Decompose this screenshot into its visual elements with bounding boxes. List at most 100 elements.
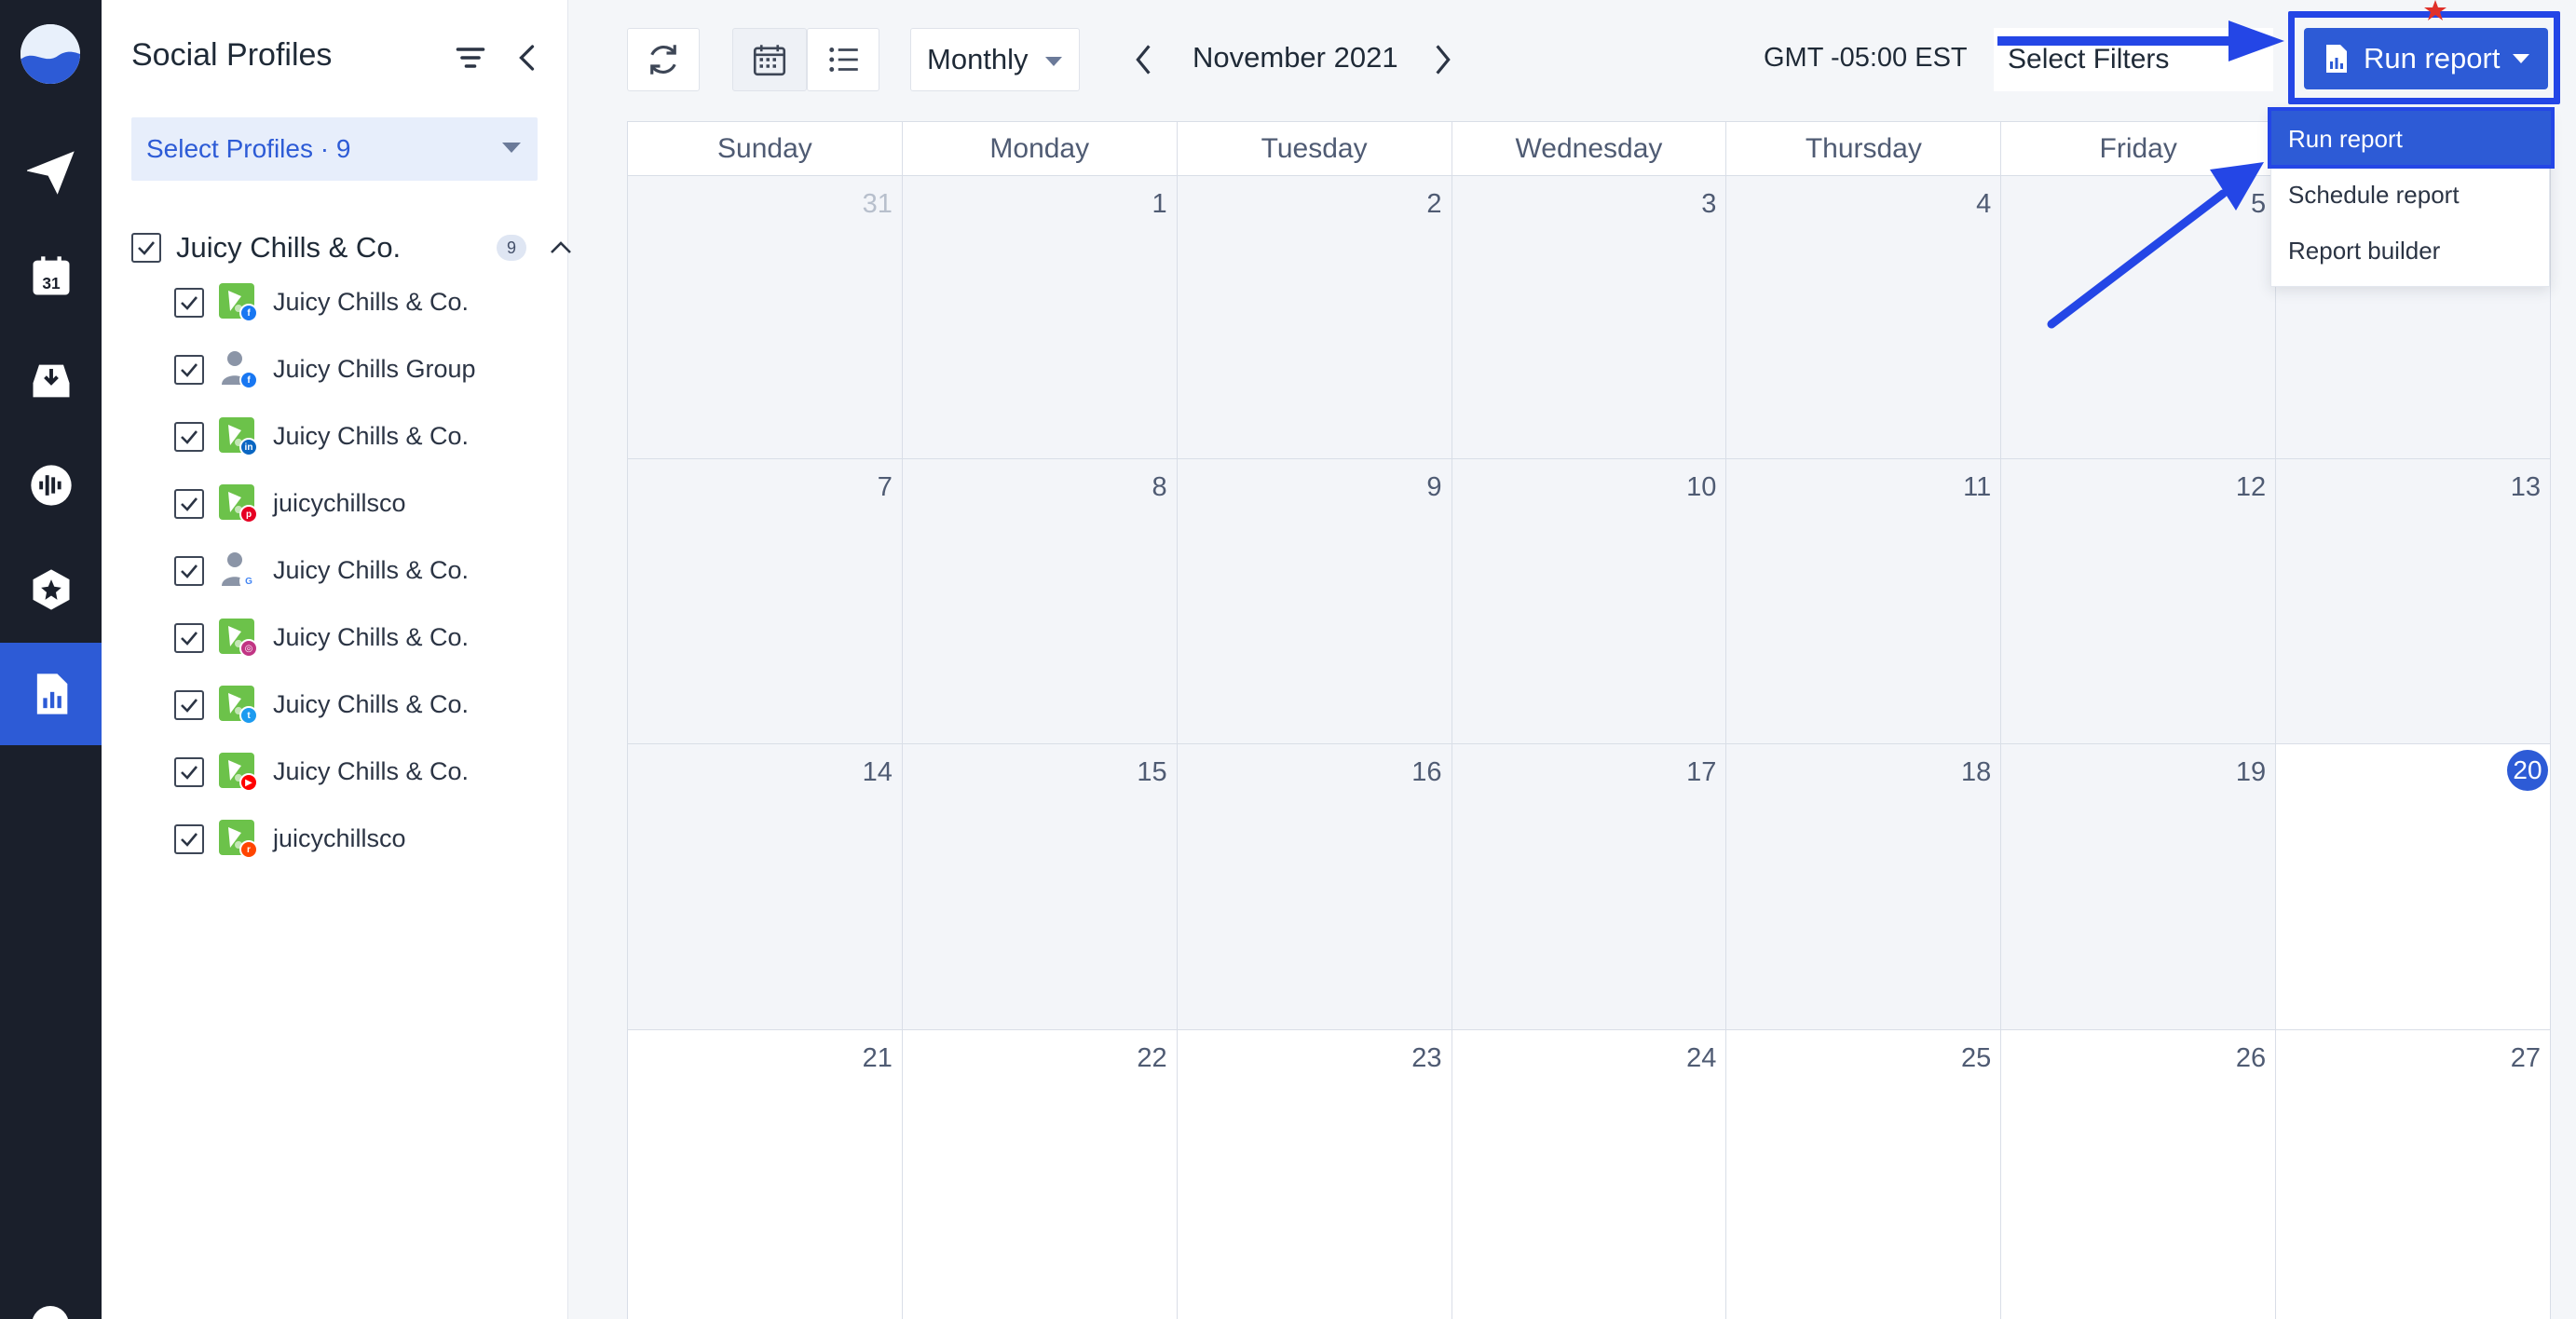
menu-item-schedule-report[interactable]: Schedule report <box>2271 167 2551 223</box>
help-icon[interactable] <box>32 1306 69 1319</box>
rail-item-publish[interactable] <box>0 121 102 224</box>
calendar-day-cell[interactable]: 31 <box>628 176 903 459</box>
calendar-day-cell[interactable]: 21 <box>628 1030 903 1319</box>
date-number: 4 <box>1976 189 1992 219</box>
profile-row[interactable]: f Juicy Chills & Co. <box>174 281 547 324</box>
select-profiles-dropdown[interactable]: Select Profiles · 9 <box>131 117 538 181</box>
profile-checkbox[interactable] <box>174 690 204 720</box>
profile-label: Juicy Chills & Co. <box>273 623 470 651</box>
calendar-view-button[interactable] <box>732 28 807 91</box>
calendar-day-cell[interactable]: 17 <box>1452 744 1727 1030</box>
rail-item-inbox[interactable] <box>0 330 102 432</box>
profile-avatar: f <box>219 283 258 322</box>
profile-row[interactable]: G Juicy Chills & Co. <box>174 550 547 592</box>
calendar-day-cell[interactable]: 15 <box>902 744 1178 1030</box>
youtube-icon: ▶ <box>239 773 258 792</box>
calendar-day-cell[interactable]: 19 <box>2001 744 2277 1030</box>
profile-avatar: p <box>219 484 258 524</box>
calendar-day-cell[interactable]: 24 <box>1452 1030 1727 1319</box>
group-count-badge: 9 <box>497 235 526 261</box>
calendar-day-cell[interactable]: 25 <box>1726 1030 2002 1319</box>
calendar-day-cell[interactable]: 9 <box>1177 459 1452 744</box>
chevron-down-icon <box>1045 57 1062 66</box>
chevron-up-icon[interactable] <box>549 240 573 255</box>
calendar-day-cell[interactable]: 3 <box>1452 176 1727 459</box>
rail-item-listening[interactable] <box>0 434 102 537</box>
view-mode-select[interactable]: Monthly <box>910 28 1080 91</box>
calendar-day-cell[interactable]: 26 <box>2001 1030 2277 1319</box>
prev-month-icon[interactable] <box>1130 41 1158 78</box>
collapse-sidebar-icon[interactable] <box>511 41 545 75</box>
profile-checkbox[interactable] <box>174 623 204 653</box>
calendar-day-cell[interactable]: 10 <box>1452 459 1727 744</box>
sidebar-title: Social Profiles <box>131 37 333 73</box>
profile-row[interactable]: t Juicy Chills & Co. <box>174 684 547 727</box>
facebook-icon: f <box>239 371 258 389</box>
date-number: 5 <box>2250 189 2267 219</box>
profile-label: Juicy Chills & Co. <box>273 757 470 785</box>
check-icon <box>181 766 198 780</box>
refresh-button[interactable] <box>627 28 700 91</box>
profile-group-row[interactable]: Juicy Chills & Co. 9 <box>131 229 571 266</box>
calendar-day-cell[interactable]: 13 <box>2276 459 2551 744</box>
menu-item-run-report[interactable]: Run report <box>2268 107 2555 169</box>
refresh-icon <box>650 45 676 75</box>
profile-checkbox[interactable] <box>174 422 204 452</box>
calendar-day-cell[interactable]: 22 <box>902 1030 1178 1319</box>
date-number: 31 <box>862 189 893 219</box>
profile-checkbox[interactable] <box>174 489 204 519</box>
calendar-day-cell[interactable]: 1 <box>902 176 1178 459</box>
calendar-day-cell[interactable]: 7 <box>628 459 903 744</box>
rail-item-reports[interactable] <box>0 643 102 745</box>
next-month-icon[interactable] <box>1428 41 1456 78</box>
group-checkbox[interactable] <box>131 233 161 263</box>
calendar-day-cell[interactable]: 11 <box>1726 459 2002 744</box>
list-view-button[interactable] <box>807 28 879 91</box>
date-number: 26 <box>2235 1043 2267 1073</box>
app-logo[interactable] <box>20 24 80 84</box>
calendar-day-cell[interactable]: 14 <box>628 744 903 1030</box>
date-number: 17 <box>1686 757 1717 787</box>
profile-row[interactable]: ▶ Juicy Chills & Co. <box>174 751 547 794</box>
check-icon <box>181 699 198 713</box>
calendar-day-cell[interactable]: 18 <box>1726 744 2002 1030</box>
calendar-day-cell[interactable]: 23 <box>1177 1030 1452 1319</box>
profile-checkbox[interactable] <box>174 824 204 854</box>
date-number: 16 <box>1411 757 1442 787</box>
profile-label: Juicy Chills Group <box>273 355 476 383</box>
rail-item-calendar[interactable]: 31 <box>0 225 102 328</box>
profile-checkbox[interactable] <box>174 355 204 385</box>
menu-item-report-builder[interactable]: Report builder <box>2271 223 2551 279</box>
run-report-menu: Run report Schedule report Report builder <box>2268 107 2555 287</box>
profile-row[interactable]: r juicychillsco <box>174 818 547 861</box>
profile-row[interactable]: in Juicy Chills & Co. <box>174 415 547 458</box>
calendar-day-cell[interactable]: 20 <box>2276 744 2551 1030</box>
calendar-day-cell[interactable]: 2 <box>1177 176 1452 459</box>
profile-checkbox[interactable] <box>174 556 204 586</box>
calendar-day-cell[interactable]: 12 <box>2001 459 2277 744</box>
profile-avatar: G <box>219 551 258 591</box>
select-filters-input[interactable] <box>1994 28 2273 91</box>
date-number: 9 <box>1426 472 1442 502</box>
profile-row[interactable]: f Juicy Chills Group <box>174 348 547 391</box>
left-nav-rail: 31 <box>0 0 102 1319</box>
profile-row[interactable]: ◎ Juicy Chills & Co. <box>174 617 547 660</box>
timezone-label[interactable]: GMT -05:00 EST <box>1764 43 1968 74</box>
calendar-day-cell[interactable]: 5 <box>2001 176 2277 459</box>
filter-icon[interactable] <box>454 41 487 75</box>
profile-checkbox[interactable] <box>174 757 204 787</box>
calendar-day-cell[interactable]: 16 <box>1177 744 1452 1030</box>
check-icon <box>181 632 198 646</box>
date-number: 22 <box>1137 1043 1167 1073</box>
calendar-day-cell[interactable]: 27 <box>2276 1030 2551 1319</box>
check-icon <box>138 241 155 255</box>
profile-row[interactable]: p juicychillsco <box>174 483 547 525</box>
date-number: 19 <box>2235 757 2267 787</box>
rail-item-reviews[interactable] <box>0 538 102 641</box>
date-number: 24 <box>1686 1043 1717 1073</box>
profile-checkbox[interactable] <box>174 288 204 318</box>
calendar-day-cell[interactable]: 4 <box>1726 176 2002 459</box>
weekday-header: Thursday <box>1726 122 2002 176</box>
listening-icon <box>30 465 72 506</box>
calendar-day-cell[interactable]: 8 <box>902 459 1178 744</box>
